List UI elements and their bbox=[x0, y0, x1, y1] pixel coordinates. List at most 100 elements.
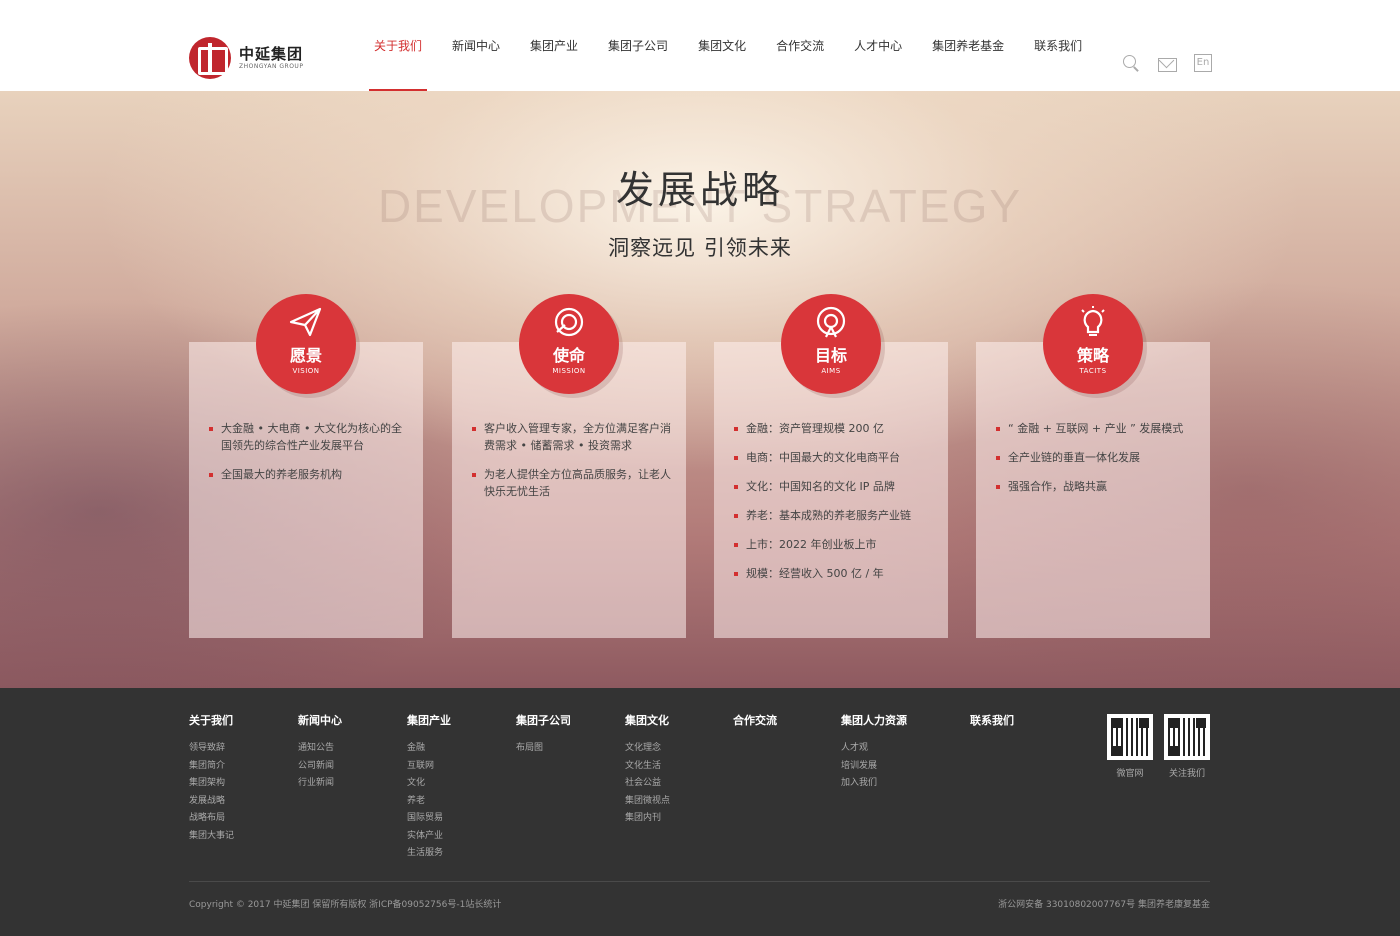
footer-link[interactable]: 集团架构 bbox=[189, 775, 234, 793]
aims-title: 目标 bbox=[814, 346, 847, 365]
logo-name-cn: 中延集团 bbox=[239, 45, 304, 63]
nav-item-subsidiaries[interactable]: 集团子公司 bbox=[603, 0, 673, 91]
site-footer: 关于我们 领导致辞 集团简介 集团架构 发展战略 战略布局 集团大事记 新闻中心… bbox=[0, 688, 1400, 936]
list-item: 金融：资产管理规模 200 亿 bbox=[734, 420, 936, 437]
footer-link[interactable]: 集团大事记 bbox=[189, 828, 234, 846]
footer-link[interactable]: 集团内刊 bbox=[625, 810, 670, 828]
lightbulb-icon bbox=[1043, 306, 1143, 345]
list-item: 为老人提供全方位高品质服务，让老人快乐无忧生活 bbox=[472, 466, 674, 500]
footer-col-title[interactable]: 合作交流 bbox=[733, 712, 777, 728]
footer-divider bbox=[189, 881, 1210, 882]
footer-link[interactable]: 国际贸易 bbox=[407, 810, 451, 828]
aims-list: 金融：资产管理规模 200 亿 电商：中国最大的文化电商平台 文化：中国知名的文… bbox=[734, 420, 936, 594]
mission-badge: 使命 MISSION bbox=[519, 294, 619, 394]
list-item: 规模：经营收入 500 亿 / 年 bbox=[734, 565, 936, 582]
copyright-text: Copyright © 2017 中延集团 保留所有版权 浙ICP备090527… bbox=[189, 900, 502, 910]
mission-title: 使命 bbox=[552, 346, 585, 365]
nav-item-talent[interactable]: 人才中心 bbox=[849, 0, 907, 91]
list-item: 上市：2022 年创业板上市 bbox=[734, 536, 936, 553]
footer-link[interactable]: 战略布局 bbox=[189, 810, 234, 828]
footer-link[interactable]: 人才观 bbox=[841, 740, 907, 758]
footer-link[interactable]: 互联网 bbox=[407, 758, 451, 776]
footer-col-title: 集团文化 bbox=[625, 714, 669, 727]
qr-follow-us: 关注我们 bbox=[1164, 714, 1210, 779]
qr-wechat-site: 微官网 bbox=[1107, 714, 1153, 779]
site-header: 中延集团 ZHONGYAN GROUP 关于我们 新闻中心 集团产业 集团子公司… bbox=[0, 0, 1400, 91]
card-vision: 愿景 VISION 大金融 • 大电商 • 大文化为核心的全国领先的综合性产业发… bbox=[189, 294, 423, 638]
footer-col-news: 新闻中心 通知公告 公司新闻 行业新闻 bbox=[298, 712, 342, 793]
footer-link[interactable]: 集团微视点 bbox=[625, 793, 670, 811]
vision-badge: 愿景 VISION bbox=[256, 294, 356, 394]
footer-link[interactable]: 通知公告 bbox=[298, 740, 342, 758]
vision-list: 大金融 • 大电商 • 大文化为核心的全国领先的综合性产业发展平台 全国最大的养… bbox=[209, 420, 411, 495]
list-item: 养老：基本成熟的养老服务产业链 bbox=[734, 507, 936, 524]
search-icon[interactable] bbox=[1122, 54, 1140, 72]
nav-item-contact[interactable]: 联系我们 bbox=[1029, 0, 1087, 91]
footer-link[interactable]: 集团简介 bbox=[189, 758, 234, 776]
vision-title: 愿景 bbox=[289, 346, 322, 365]
mission-list: 客户收入管理专家，全方位满足客户消费需求 • 储蓄需求 • 投资需求 为老人提供… bbox=[472, 420, 674, 512]
strategy-hero: DEVELOPMENT STRATEGY 发展战略 洞察远见 引领未来 愿景 V… bbox=[0, 91, 1400, 688]
nav-item-industry[interactable]: 集团产业 bbox=[525, 0, 583, 91]
footer-link[interactable]: 养老 bbox=[407, 793, 451, 811]
footer-col-cooperation: 合作交流 bbox=[733, 712, 777, 740]
footer-link[interactable]: 文化生活 bbox=[625, 758, 670, 776]
mission-subtitle: MISSION bbox=[552, 367, 586, 375]
signal-icon bbox=[781, 306, 881, 345]
logo-name-en: ZHONGYAN GROUP bbox=[239, 63, 304, 70]
footer-col-title: 关于我们 bbox=[189, 714, 233, 727]
nav-item-news[interactable]: 新闻中心 bbox=[447, 0, 505, 91]
footer-link[interactable]: 行业新闻 bbox=[298, 775, 342, 793]
card-aims: 目标 AIMS 金融：资产管理规模 200 亿 电商：中国最大的文化电商平台 文… bbox=[714, 294, 948, 638]
list-item: 文化：中国知名的文化 IP 品牌 bbox=[734, 478, 936, 495]
card-tactics: 策略 TACITS “ 金融 + 互联网 + 产业 ” 发展模式 全产业链的垂直… bbox=[976, 294, 1210, 638]
target-icon bbox=[519, 306, 619, 345]
footer-link[interactable]: 布局图 bbox=[516, 740, 571, 758]
language-en-icon[interactable]: En bbox=[1194, 54, 1212, 72]
footer-link[interactable]: 生活服务 bbox=[407, 845, 451, 863]
logo-mark-icon bbox=[189, 37, 231, 79]
nav-item-cooperation[interactable]: 合作交流 bbox=[771, 0, 829, 91]
footer-link[interactable]: 发展战略 bbox=[189, 793, 234, 811]
footer-link[interactable]: 加入我们 bbox=[841, 775, 907, 793]
footer-right-links[interactable]: 浙公网安备 33010802007767号 集团养老康复基金 bbox=[998, 897, 1210, 910]
paper-plane-icon bbox=[256, 306, 356, 345]
aims-badge: 目标 AIMS bbox=[781, 294, 881, 394]
footer-link[interactable]: 领导致辞 bbox=[189, 740, 234, 758]
tactics-subtitle: TACITS bbox=[1079, 367, 1107, 375]
list-item: “ 金融 + 互联网 + 产业 ” 发展模式 bbox=[996, 420, 1198, 437]
footer-link[interactable]: 培训发展 bbox=[841, 758, 907, 776]
vision-subtitle: VISION bbox=[292, 367, 320, 375]
qr-label: 关注我们 bbox=[1168, 769, 1205, 779]
aims-subtitle: AIMS bbox=[821, 367, 841, 375]
footer-col-culture: 集团文化 文化理念 文化生活 社会公益 集团微视点 集团内刊 bbox=[625, 712, 670, 828]
list-item: 大金融 • 大电商 • 大文化为核心的全国领先的综合性产业发展平台 bbox=[209, 420, 411, 454]
list-item: 全国最大的养老服务机构 bbox=[209, 466, 411, 483]
footer-col-title: 新闻中心 bbox=[298, 714, 342, 727]
card-mission: 使命 MISSION 客户收入管理专家，全方位满足客户消费需求 • 储蓄需求 •… bbox=[452, 294, 686, 638]
nav-item-about[interactable]: 关于我们 bbox=[369, 0, 428, 91]
mail-icon[interactable] bbox=[1158, 54, 1177, 72]
list-item: 全产业链的垂直一体化发展 bbox=[996, 449, 1198, 466]
logo[interactable]: 中延集团 ZHONGYAN GROUP bbox=[189, 37, 303, 79]
footer-col-hr: 集团人力资源 人才观 培训发展 加入我们 bbox=[841, 712, 907, 793]
footer-col-about: 关于我们 领导致辞 集团简介 集团架构 发展战略 战略布局 集团大事记 bbox=[189, 712, 234, 845]
list-item: 强强合作，战略共赢 bbox=[996, 478, 1198, 495]
footer-col-title: 集团子公司 bbox=[516, 714, 571, 727]
qr-code-icon bbox=[1164, 714, 1210, 760]
footer-link[interactable]: 实体产业 bbox=[407, 828, 451, 846]
footer-link[interactable]: 文化 bbox=[407, 775, 451, 793]
footer-col-subsidiaries: 集团子公司 布局图 bbox=[516, 712, 571, 758]
footer-col-title: 集团人力资源 bbox=[841, 714, 907, 727]
footer-col-title[interactable]: 联系我们 bbox=[970, 712, 1014, 728]
nav-item-pension-fund[interactable]: 集团养老基金 bbox=[927, 0, 1009, 91]
nav-item-culture[interactable]: 集团文化 bbox=[693, 0, 751, 91]
footer-link[interactable]: 金融 bbox=[407, 740, 451, 758]
footer-col-industry: 集团产业 金融 互联网 文化 养老 国际贸易 实体产业 生活服务 bbox=[407, 712, 451, 863]
footer-link[interactable]: 社会公益 bbox=[625, 775, 670, 793]
tactics-list: “ 金融 + 互联网 + 产业 ” 发展模式 全产业链的垂直一体化发展 强强合作… bbox=[996, 420, 1198, 507]
footer-link[interactable]: 文化理念 bbox=[625, 740, 670, 758]
footer-link[interactable]: 公司新闻 bbox=[298, 758, 342, 776]
tactics-badge: 策略 TACITS bbox=[1043, 294, 1143, 394]
qr-label: 微官网 bbox=[1116, 769, 1144, 779]
